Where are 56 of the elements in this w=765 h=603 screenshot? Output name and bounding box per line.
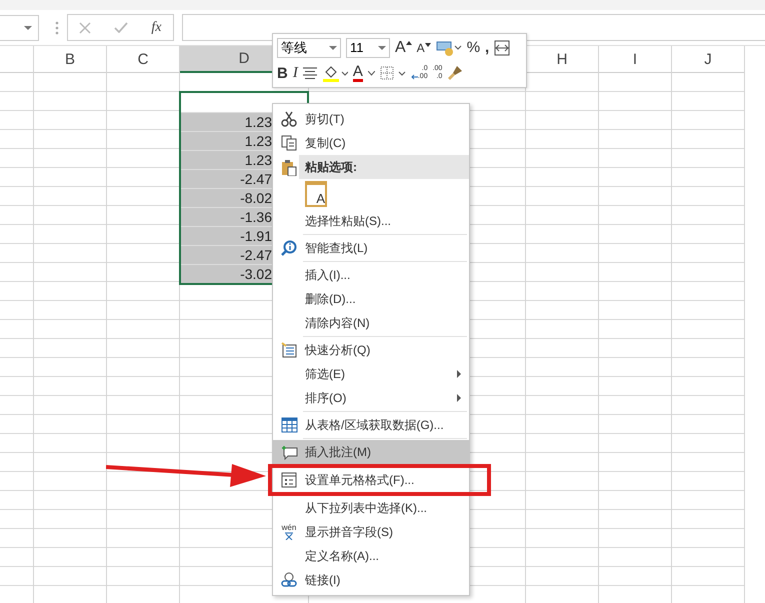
borders-icon[interactable] [380,66,406,80]
menu-item[interactable]: 从下拉列表中选择(K)... [273,496,469,520]
up-triangle-icon [406,40,412,45]
currency-icon[interactable] [436,40,462,56]
menu-item[interactable]: 清除内容(N) [273,311,469,335]
table-cell: 1.23 [181,131,274,150]
increase-font-button[interactable]: A [395,38,412,57]
menu-item[interactable]: 复制(C) [273,131,469,155]
paste-text-button[interactable]: A [305,181,327,207]
table-cell: -3.02 [181,264,274,283]
decrease-font-button[interactable]: A [416,40,431,55]
font-color-button[interactable]: A [352,64,363,82]
dropdown-caret-icon[interactable] [368,70,375,76]
table-icon [280,417,298,433]
menu-item[interactable]: wén 显示拼音字段(S) [273,520,469,544]
menu-item[interactable]: 智能查找(L) [273,236,469,260]
menu-item[interactable]: 删除(D)... [273,287,469,311]
insert-function-button[interactable]: fx [151,20,162,36]
left-arrow-icon [410,74,418,80]
menu-item[interactable]: 剪切(T) [273,107,469,131]
table-cell: 1.23 [181,150,274,169]
menu-item[interactable]: 选择性粘贴(S)... [273,209,469,233]
menu-item[interactable]: 快速分析(Q) [273,338,469,362]
format-cells-icon [281,472,297,488]
format-painter-icon[interactable] [447,65,464,82]
table-cell: -2.47 [181,169,274,188]
menu-item[interactable]: 定义名称(A)... [273,544,469,568]
percent-button[interactable]: % [466,39,480,56]
quick-analysis-icon [281,342,297,358]
table-cell: 1.23 [181,112,274,131]
link-icon [280,572,298,588]
menu-item[interactable]: 链接(I) [273,568,469,592]
menu-item[interactable]: 插入批注(M) [273,440,469,464]
down-triangle-icon [424,42,431,47]
scissors-icon [281,111,297,127]
search-icon [281,240,297,256]
table-cell: -8.02 [181,188,274,207]
align-icon[interactable] [302,67,317,80]
menu-item[interactable]: 排序(O) [273,386,469,410]
menu-item[interactable]: 设置单元格格式(F)... [273,468,469,492]
menu-item[interactable]: 插入(I)... [273,263,469,287]
fill-color-icon[interactable] [322,64,348,82]
check-icon[interactable] [114,22,128,33]
table-cell: -2.47 [181,245,274,264]
table-cell: -1.91 [181,226,274,245]
font-size-dropdown[interactable]: 11 [346,38,390,58]
comma-button[interactable]: , [485,39,490,56]
comment-icon [280,444,298,460]
menu-item[interactable]: 从表格/区域获取数据(G)... [273,413,469,437]
paste-icon [281,158,297,176]
font-dropdown[interactable]: 等线 [277,38,341,58]
wrap-border-icon[interactable] [494,40,510,56]
table-cell: -1.36 [181,207,274,226]
menu-item[interactable]: 筛选(E) [273,362,469,386]
copy-icon [281,135,297,151]
grip-icon [55,20,59,34]
